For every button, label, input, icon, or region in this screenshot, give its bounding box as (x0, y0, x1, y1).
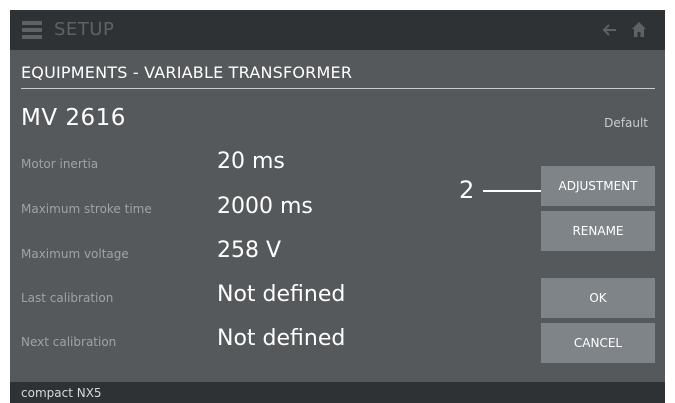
param-label-motor-inertia: Motor inertia (21, 157, 99, 171)
screen-frame: SETUP EQUIPMENTS - VARIABLE TRANSFORMER … (10, 10, 665, 403)
status-bar: compact NX5 (10, 382, 665, 403)
ok-button[interactable]: OK (541, 278, 655, 318)
divider (21, 88, 655, 89)
cancel-button[interactable]: CANCEL (541, 323, 655, 363)
param-label-max-voltage: Maximum voltage (21, 247, 129, 261)
top-bar: SETUP (10, 10, 665, 50)
param-value-motor-inertia: 20 ms (217, 149, 285, 174)
menu-icon[interactable] (22, 21, 42, 39)
home-icon[interactable] (631, 21, 647, 38)
param-value-next-calibration: Not defined (217, 326, 346, 351)
adjustment-button[interactable]: ADJUSTMENT (541, 166, 655, 206)
param-label-max-stroke-time: Maximum stroke time (21, 202, 152, 216)
breadcrumb: EQUIPMENTS - VARIABLE TRANSFORMER (21, 63, 353, 82)
callout-number: 2 (459, 176, 475, 204)
param-label-next-calibration: Next calibration (21, 335, 117, 349)
rename-button[interactable]: RENAME (541, 211, 655, 251)
param-value-last-calibration: Not defined (217, 282, 346, 307)
callout-line (483, 190, 541, 192)
status-text: compact NX5 (21, 386, 102, 400)
profile-label: Default (604, 116, 648, 130)
page-title: SETUP (54, 19, 115, 40)
back-arrow-icon[interactable] (602, 22, 618, 38)
param-label-last-calibration: Last calibration (21, 291, 114, 305)
param-value-max-stroke-time: 2000 ms (217, 194, 313, 219)
param-value-max-voltage: 258 V (217, 238, 282, 263)
device-name: MV 2616 (21, 105, 126, 131)
